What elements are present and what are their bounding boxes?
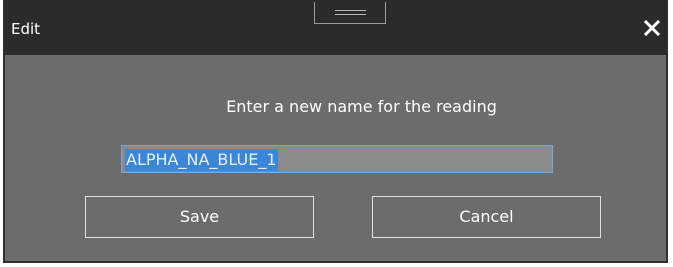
drag-handle-icon[interactable] [314,2,386,24]
save-button[interactable]: Save [85,196,314,238]
input-selected-text[interactable]: ALPHA_NA_BLUE_1 [125,149,278,171]
reading-name-input[interactable]: ALPHA_NA_BLUE_1 [121,145,553,173]
close-icon[interactable] [641,17,663,39]
title-bar[interactable]: Edit [5,0,666,55]
edit-dialog: Edit Enter a new name for the reading AL… [3,0,668,263]
cancel-button[interactable]: Cancel [372,196,601,238]
prompt-label: Enter a new name for the reading [226,97,497,116]
dialog-title: Edit [11,20,41,38]
